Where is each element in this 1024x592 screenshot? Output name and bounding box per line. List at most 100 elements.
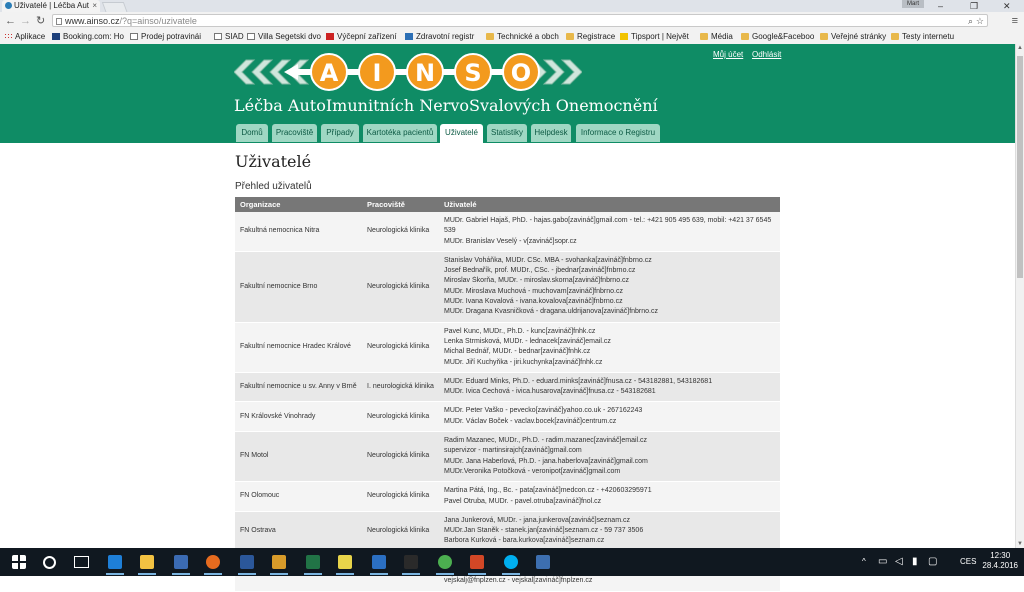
scroll-up-icon[interactable]: ▲ — [1016, 45, 1024, 51]
word-icon[interactable] — [236, 552, 258, 575]
battery-icon[interactable]: ▮ — [912, 548, 918, 576]
bookmark-label: Villa Segetski dvo — [258, 32, 321, 41]
folder-icon — [486, 33, 494, 40]
bookmarks-bar: Aplikace Booking.com: Ho Prodej potravin… — [0, 30, 1024, 45]
users-cell: MUDr. Eduard Minks, Ph.D. - eduard.minks… — [439, 372, 780, 403]
forward-button[interactable]: → — [20, 14, 31, 28]
bookmark-label: SIAD — [225, 32, 244, 41]
start-button[interactable] — [8, 552, 30, 572]
organization-cell: FN Královské Vinohrady — [235, 401, 362, 433]
bookmark-item[interactable]: Tipsport | Největ — [620, 30, 698, 44]
browser-tab[interactable]: Uživatelé | Léčba Aut × — [2, 0, 100, 12]
outlook-icon-glyph — [272, 555, 286, 569]
page-icon — [130, 33, 138, 40]
language-indicator[interactable]: CES — [960, 548, 976, 576]
bookmark-label: Technické a obch — [497, 32, 559, 41]
page-scrollbar[interactable]: ▲ ▼ — [1015, 44, 1024, 548]
user-entry: Pavel Otruba, MUDr. - pavel.otruba[zavin… — [444, 497, 602, 505]
bookmark-star-icon[interactable]: ☆ — [976, 15, 984, 28]
firefox-icon[interactable] — [202, 552, 224, 575]
bookmark-item[interactable]: Prodej potravinái — [130, 30, 208, 44]
column-header[interactable]: Organizace — [235, 197, 362, 212]
system-clock[interactable]: 12:30 28.4.2016 — [982, 551, 1018, 571]
e-icon — [405, 33, 413, 40]
tab-registry-info[interactable]: Informace o Registru — [576, 124, 660, 142]
logout-link[interactable]: Odhlásit — [752, 50, 781, 59]
reload-button[interactable]: ↻ — [36, 14, 45, 28]
chrome-icon[interactable] — [434, 552, 456, 575]
save-icon[interactable] — [170, 552, 192, 575]
clock-date: 28.4.2016 — [982, 561, 1018, 570]
tab-helpdesk[interactable]: Helpdesk — [531, 124, 571, 142]
zoom-icon[interactable]: ⌕ — [968, 15, 973, 28]
column-header[interactable]: Uživatelé — [439, 197, 780, 212]
skype-icon[interactable] — [500, 552, 522, 575]
bookmark-item[interactable]: Veřejné stránky — [820, 30, 890, 44]
tab-close-icon[interactable]: × — [92, 0, 97, 12]
organization-cell: FN Olomouc — [235, 481, 362, 512]
chrome-icon-glyph — [438, 555, 452, 569]
skype-icon-glyph — [504, 555, 518, 569]
outlook-icon[interactable] — [268, 552, 290, 575]
file-explorer-icon[interactable] — [136, 552, 158, 575]
media-icon[interactable] — [400, 552, 422, 575]
bookmark-item[interactable]: Technické a obch — [486, 30, 562, 44]
bookmark-label: Registrace — [577, 32, 616, 41]
sticky-notes-icon[interactable] — [334, 552, 356, 575]
calendar-icon-glyph — [372, 555, 386, 569]
url-input[interactable]: www.ainso.cz/?q=ainso/uzivatele ⌕ ☆ — [52, 14, 988, 27]
bookmark-item[interactable]: SIAD — [214, 30, 246, 44]
scroll-down-icon[interactable]: ▼ — [1016, 541, 1024, 547]
search-icon[interactable] — [38, 552, 60, 572]
my-account-link[interactable]: Můj účet — [713, 50, 743, 59]
volume-icon[interactable]: ◁ — [895, 548, 903, 576]
users-cell: Radim Mazanec, MUDr., Ph.D. - radim.maza… — [439, 431, 780, 483]
bookmark-item[interactable]: Média — [700, 30, 740, 44]
close-window-button[interactable]: ✕ — [1003, 0, 1011, 12]
bookmark-item[interactable]: Výčepní zařízení — [326, 30, 404, 44]
logo-letter: O — [511, 59, 531, 87]
notifications-icon[interactable]: ▢ — [928, 548, 937, 576]
site-title: Léčba AutoImunitních NervoSvalových Onem… — [234, 96, 658, 115]
ainso-logo[interactable]: A I N S O — [234, 52, 582, 92]
bookmark-item[interactable]: Villa Segetski dvo — [247, 30, 321, 44]
minimize-button[interactable]: – — [938, 0, 943, 12]
url-host: www.ainso.cz — [65, 16, 120, 26]
bookmark-item[interactable]: Zdravotní registr — [405, 30, 483, 44]
bookmark-item[interactable]: Testy internetu — [891, 30, 961, 44]
tab-patient-records[interactable]: Kartotéka pacientů — [363, 124, 437, 142]
tab-cases[interactable]: Případy — [321, 124, 359, 142]
calendar-icon[interactable] — [368, 552, 390, 575]
browser-menu-icon[interactable]: ≡ — [1012, 14, 1018, 28]
tab-statistics[interactable]: Statistiky — [487, 124, 527, 142]
folder-icon — [820, 33, 828, 40]
powerpoint-icon[interactable] — [466, 552, 488, 575]
bookmark-item[interactable]: Registrace — [566, 30, 616, 44]
excel-icon[interactable] — [302, 552, 324, 575]
store-icon[interactable] — [532, 552, 554, 572]
bookmark-label: Prodej potravinái — [141, 32, 202, 41]
file-explorer-icon-glyph — [140, 555, 154, 569]
bookmark-item[interactable]: Booking.com: Ho — [52, 30, 124, 44]
task-view-icon[interactable] — [70, 552, 92, 572]
column-header[interactable]: Pracoviště — [362, 197, 439, 212]
bookmark-item[interactable]: Google&Faceboo — [741, 30, 817, 44]
user-entry: Michal Bednář, MUDr. - bednar[zavináč]fn… — [444, 348, 591, 356]
tab-users[interactable]: Uživatelé — [440, 124, 483, 143]
back-button[interactable]: ← — [5, 14, 16, 28]
edge-icon[interactable] — [104, 552, 126, 575]
start-button-glyph — [12, 555, 26, 569]
network-icon[interactable]: ▭ — [878, 548, 887, 576]
page-info-icon[interactable] — [56, 18, 62, 25]
window-user-badge[interactable]: Mart — [902, 0, 924, 8]
bookmark-item[interactable]: Aplikace — [4, 30, 52, 44]
maximize-button[interactable]: ❐ — [970, 0, 978, 12]
tab-home[interactable]: Domů — [236, 124, 268, 142]
tab-workplaces[interactable]: Pracoviště — [272, 124, 317, 142]
tray-expand-icon[interactable]: ^ — [862, 548, 866, 576]
user-entry: Barbora Kurková - bara.kurkova[zavináč]s… — [444, 537, 605, 545]
browser-tab-bar: Uživatelé | Léčba Aut × Mart – ❐ ✕ — [0, 0, 1024, 14]
table-header-row: Organizace Pracoviště Uživatelé — [235, 197, 780, 212]
user-entry: Radim Mazanec, MUDr., Ph.D. - radim.maza… — [444, 437, 648, 445]
scroll-thumb[interactable] — [1017, 56, 1023, 278]
